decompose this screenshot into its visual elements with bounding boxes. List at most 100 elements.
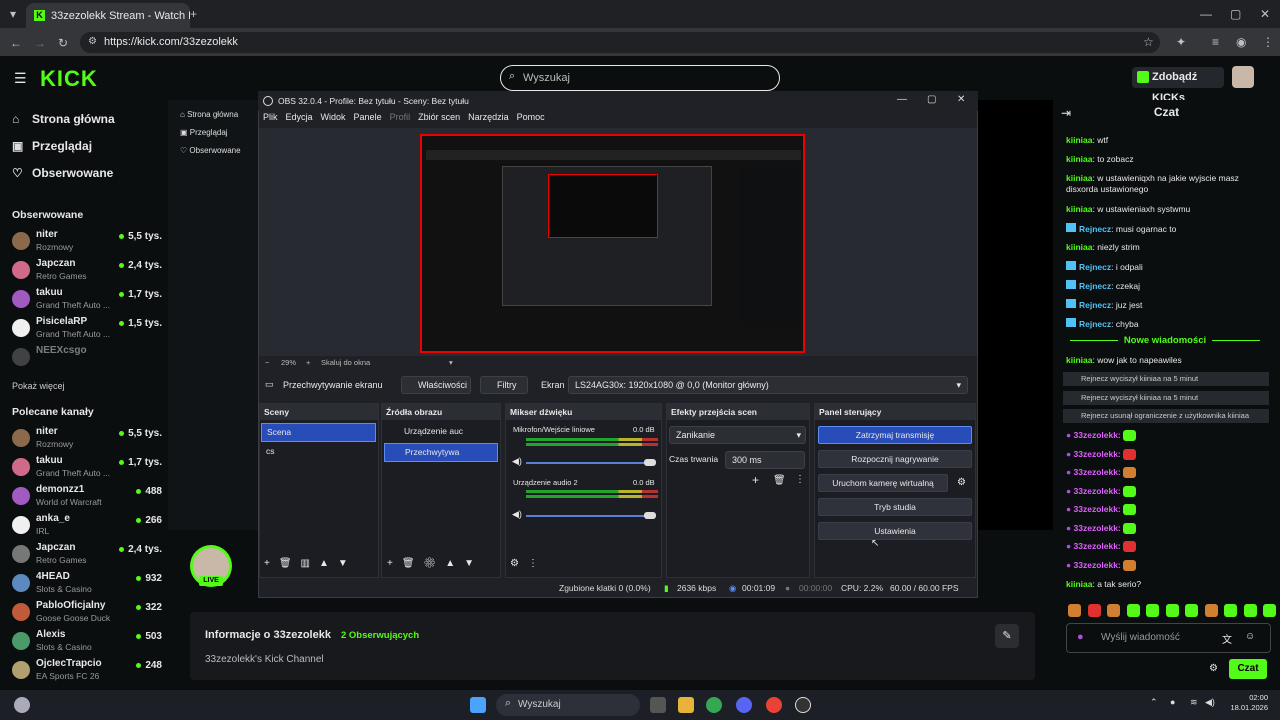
channel-item[interactable]: 4HEAD Slots & Casino 932 [12, 571, 162, 597]
emote-icon[interactable] [1243, 604, 1257, 617]
obs-minimize-icon[interactable]: — [897, 94, 907, 105]
new-tab-icon[interactable]: + [190, 8, 197, 20]
obs-menu-item[interactable]: Profil [390, 112, 411, 122]
speaker-icon[interactable]: ◀) [512, 456, 522, 467]
maximize-icon[interactable]: ▢ [1230, 8, 1241, 20]
screen-select[interactable]: LS24AG30x: 1920x1080 @ 0,0 (Monitor głów… [568, 376, 968, 394]
volume-slider[interactable] [526, 515, 654, 517]
user-avatar[interactable] [1232, 66, 1254, 88]
obs-menu-item[interactable]: Edycja [286, 112, 313, 122]
extensions-icon[interactable]: ✦ [1176, 36, 1186, 48]
obs-close-icon[interactable]: ✕ [957, 94, 965, 105]
chat-username[interactable]: 33zezolekk: [1074, 467, 1121, 477]
scene-item[interactable]: Scena [261, 423, 376, 442]
chrome-profile-icon[interactable] [766, 697, 782, 713]
minimize-icon[interactable]: — [1200, 8, 1212, 20]
taskbar-search[interactable]: Wyszukaj [496, 694, 640, 716]
chat-username[interactable]: 33zezolekk: [1074, 541, 1121, 551]
zoom-out-icon[interactable]: − [265, 358, 269, 367]
emote-icon[interactable] [1263, 604, 1276, 617]
channel-item[interactable]: niter Rozmowy 5,5 tys. [12, 229, 162, 255]
emote-icon[interactable] [1068, 604, 1081, 617]
chat-username[interactable]: kiiniaa [1066, 242, 1092, 252]
edit-icon[interactable]: ✎ [995, 624, 1019, 648]
browser-tab[interactable]: K 33zezolekk Stream - Watch Live ✕ [26, 3, 190, 28]
emote-icon[interactable] [1107, 604, 1120, 617]
chat-username[interactable]: kiiniaa [1066, 355, 1092, 365]
clock[interactable]: 02:00 18.01.2026 [1228, 693, 1268, 713]
close-window-icon[interactable]: ✕ [1260, 8, 1270, 20]
chat-username[interactable]: 33zezolekk: [1074, 523, 1121, 533]
channel-item[interactable]: Japczan Retro Games 2,4 tys. [12, 258, 162, 284]
filters-button[interactable]: Filtry [480, 376, 528, 394]
preview-capture[interactable] [420, 134, 805, 353]
channel-item[interactable]: PisicelaRP Grand Theft Auto ... 1,5 tys. [12, 316, 162, 342]
scale-to-window[interactable]: Skaluj do okna [321, 358, 370, 367]
scale-dropdown-icon[interactable]: ▾ [449, 358, 453, 367]
emote-icon[interactable] [1224, 604, 1237, 617]
emote-icon[interactable] [1204, 604, 1218, 617]
trash-icon[interactable]: 🗑 [773, 475, 786, 486]
chat-username[interactable]: kiiniaa [1066, 204, 1092, 214]
subnav-home[interactable]: ⌂ Strona główna [180, 110, 238, 119]
profile-icon[interactable]: ◉ [1236, 36, 1246, 48]
obs-maximize-icon[interactable]: ▢ [927, 94, 936, 105]
nav-home[interactable]: ⌂ Strona główna [12, 112, 115, 126]
chat-username[interactable]: kiiniaa [1066, 579, 1092, 589]
widgets-icon[interactable] [14, 697, 30, 713]
start-icon[interactable] [470, 697, 486, 713]
add-transition-icon[interactable]: + [752, 473, 759, 487]
volume-slider[interactable] [526, 462, 654, 464]
mic-icon[interactable]: ● [1077, 631, 1084, 643]
gear-icon[interactable]: ⚙ [957, 477, 966, 488]
source-item[interactable]: Przechwytywa [384, 443, 498, 462]
chat-username[interactable]: Rejnecz [1079, 319, 1111, 329]
chat-username[interactable]: 33zezolekk: [1074, 449, 1121, 459]
properties-button[interactable]: Właściwości [401, 376, 471, 394]
chat-username[interactable]: 33zezolekk: [1074, 560, 1121, 570]
zoom-in-icon[interactable]: + [306, 358, 310, 367]
reload-icon[interactable]: ↻ [58, 37, 68, 49]
chat-username[interactable]: kiiniaa [1066, 173, 1092, 183]
nav-browse[interactable]: ▣ Przeglądaj [12, 139, 92, 153]
volume-knob[interactable] [644, 512, 656, 519]
explorer-icon[interactable] [678, 697, 694, 713]
obs-menu-item[interactable]: Widok [321, 112, 346, 122]
back-icon[interactable]: ← [10, 37, 22, 49]
obs-menu-item[interactable]: Narzędzia [468, 112, 509, 122]
chat-username[interactable]: Rejnecz [1079, 224, 1111, 234]
volume-icon[interactable]: ◀) [1205, 697, 1215, 708]
chat-username[interactable]: kiiniaa [1066, 154, 1092, 164]
channel-item[interactable]: niter Rozmowy 5,5 tys. [12, 426, 162, 452]
obs-icon[interactable] [795, 697, 811, 713]
hamburger-icon[interactable]: ☰ [14, 70, 27, 87]
forward-icon[interactable]: → [34, 37, 46, 49]
emoji-icon[interactable]: ☺ [1245, 631, 1255, 642]
stop-stream-button[interactable]: Zatrzymaj transmisję [818, 426, 972, 444]
more-icon[interactable]: ⋮ [795, 474, 805, 485]
chat-username[interactable]: Rejnecz [1079, 281, 1111, 291]
chrome-icon[interactable] [706, 697, 722, 713]
menu-icon[interactable]: ⋮ [1262, 36, 1274, 48]
chat-username[interactable]: kiiniaa [1066, 135, 1092, 145]
nav-following[interactable]: ♡ Obserwowane [12, 166, 113, 180]
emote-icon[interactable] [1146, 604, 1159, 617]
search-input[interactable]: Wyszukaj [500, 65, 780, 91]
subnav-browse[interactable]: ▣ Przeglądaj [180, 128, 228, 137]
obs-menu-item[interactable]: Zbiór scen [418, 112, 460, 122]
channel-item[interactable]: OjcIecTrapcio EA Sports FC 26 248 [12, 658, 162, 684]
channel-item[interactable]: NEEXcsgo [12, 345, 162, 371]
chat-input[interactable]: Wyślij wiadomość [1066, 623, 1271, 653]
studio-mode-button[interactable]: Tryb studia [818, 498, 972, 516]
chat-username[interactable]: 33zezolekk: [1074, 430, 1121, 440]
kick-logo[interactable]: KICK [40, 66, 98, 92]
channel-item[interactable]: demonzz1 World of Warcraft 488 [12, 484, 162, 510]
site-info-icon[interactable]: ⚙ [88, 37, 97, 47]
channel-item[interactable]: Japczan Retro Games 2,4 tys. [12, 542, 162, 568]
chat-username[interactable]: 33zezolekk: [1074, 486, 1121, 496]
translate-icon[interactable]: 文 [1222, 631, 1232, 646]
channel-item[interactable]: PabloOficjalny Goose Goose Duck 322 [12, 600, 162, 626]
emote-icon[interactable] [1165, 604, 1179, 617]
channel-item[interactable]: takuu Grand Theft Auto ... 1,7 tys. [12, 287, 162, 313]
scene-item[interactable]: cs [261, 443, 376, 460]
